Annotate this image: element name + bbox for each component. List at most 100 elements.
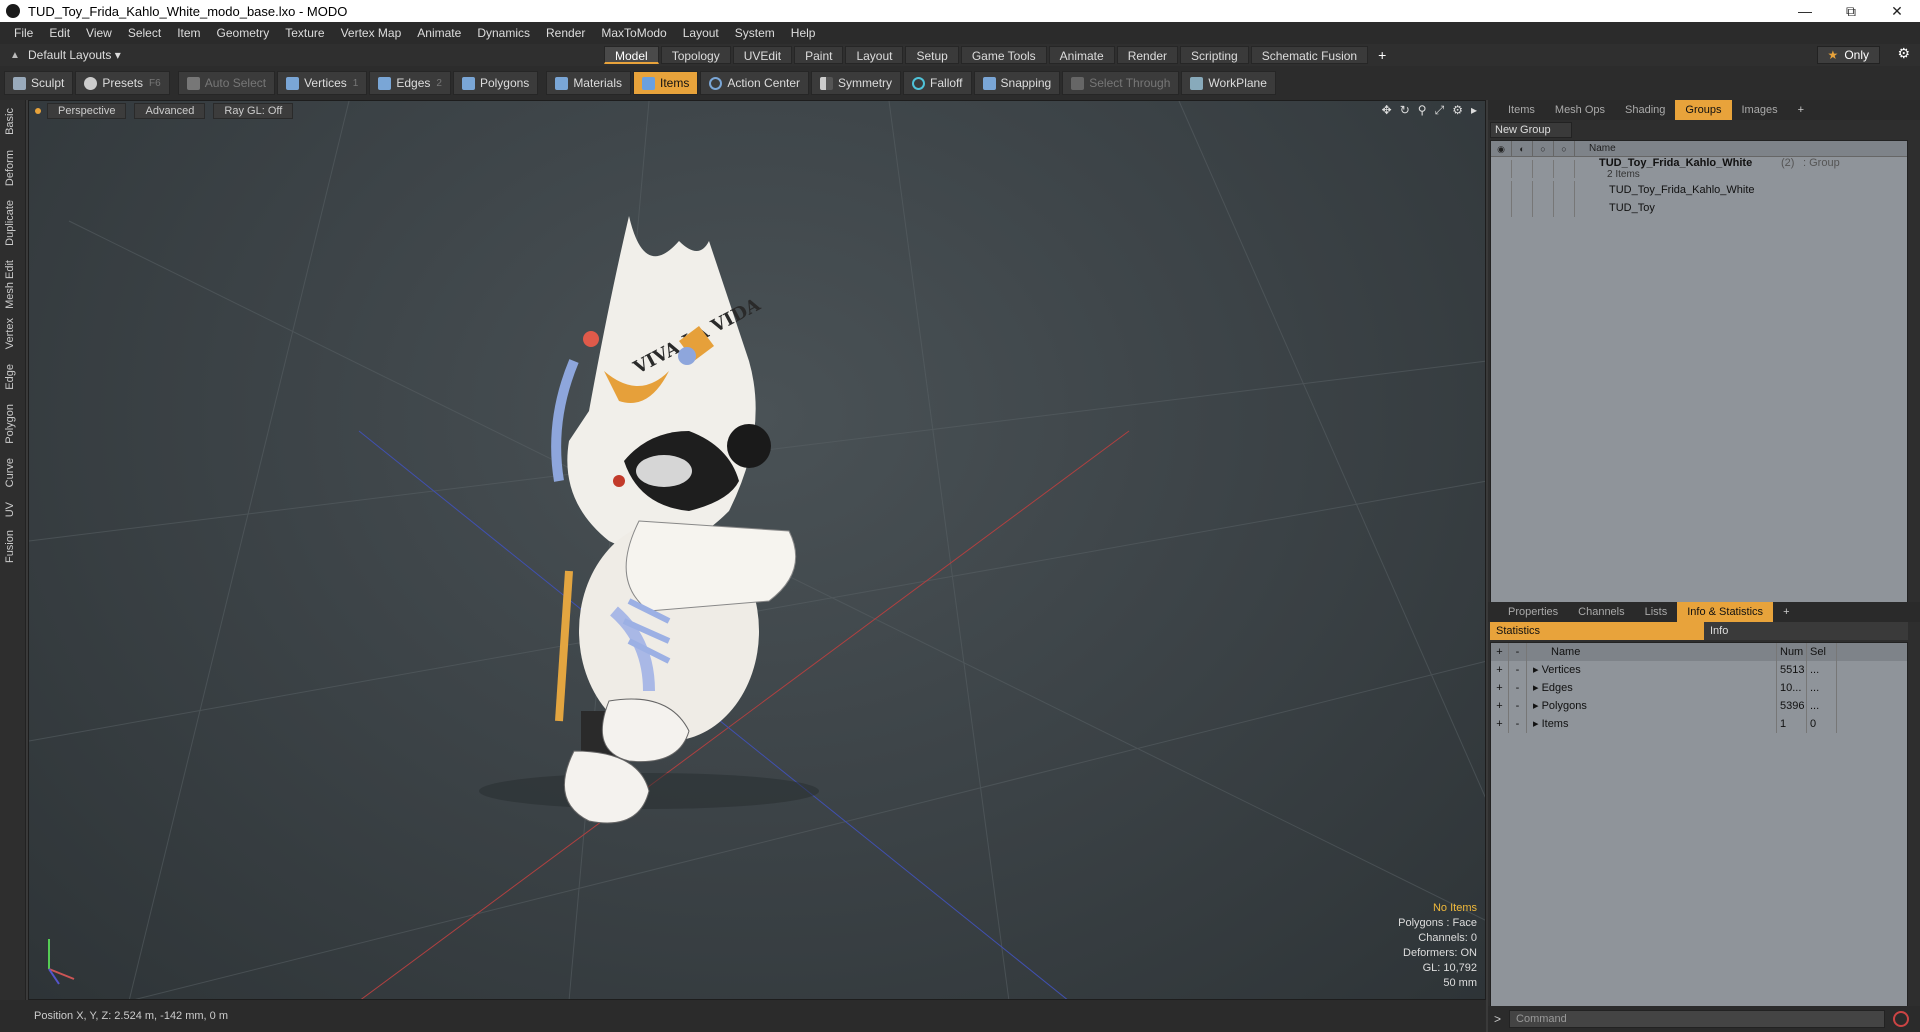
tab-topology[interactable]: Topology xyxy=(660,46,731,64)
table-row[interactable]: + - ▸ Polygons 5396 ... xyxy=(1491,697,1907,715)
row-remove-icon[interactable]: - xyxy=(1509,679,1527,697)
snapping-button[interactable]: Snapping xyxy=(973,71,1061,95)
items-button[interactable]: Items xyxy=(633,71,699,95)
table-row[interactable]: + - ▸ Vertices 5513 ... xyxy=(1491,661,1907,679)
vtab-vertex[interactable]: Vertex xyxy=(4,318,16,349)
menu-system[interactable]: System xyxy=(727,26,783,40)
tab-groups[interactable]: Groups xyxy=(1675,100,1732,120)
statistics-tab[interactable]: Statistics xyxy=(1490,622,1704,640)
tab-channels[interactable]: Channels xyxy=(1568,602,1634,622)
3d-viewport[interactable]: VIVA LA VIDA Perspective Advanced Ray GL… xyxy=(28,100,1486,1000)
symmetry-button[interactable]: Symmetry xyxy=(811,71,902,95)
sculpt-button[interactable]: Sculpt xyxy=(4,71,74,95)
presets-button[interactable]: Presets F6 xyxy=(75,71,170,95)
vtab-mesh-edit[interactable]: Mesh Edit xyxy=(4,260,16,309)
add-panel-tab-button[interactable]: + xyxy=(1788,100,1814,120)
vtab-edge[interactable]: Edge xyxy=(4,364,16,390)
collapse-all-icon[interactable]: - xyxy=(1509,643,1527,661)
default-layouts-dropdown[interactable]: ▲ Default Layouts ▾ xyxy=(0,48,131,62)
toy-character[interactable]: VIVA LA VIDA xyxy=(479,216,819,824)
tab-animate[interactable]: Animate xyxy=(1048,46,1115,64)
menu-geometry[interactable]: Geometry xyxy=(209,26,278,40)
menu-vertex-map[interactable]: Vertex Map xyxy=(333,26,410,40)
zoom-icon[interactable]: ⚲ xyxy=(1418,103,1427,118)
tab-mesh-ops[interactable]: Mesh Ops xyxy=(1545,100,1615,120)
group-row[interactable]: TUD_Toy_Frida_Kahlo_White (2) : Group 2 … xyxy=(1491,157,1907,181)
tab-shading[interactable]: Shading xyxy=(1615,100,1675,120)
tab-items[interactable]: Items xyxy=(1498,100,1545,120)
tab-schematic-fusion[interactable]: Schematic Fusion xyxy=(1250,46,1369,64)
tab-lists[interactable]: Lists xyxy=(1635,602,1678,622)
row-add-icon[interactable]: + xyxy=(1491,715,1509,733)
menu-animate[interactable]: Animate xyxy=(409,26,469,40)
menu-maxtomodo[interactable]: MaxToModo xyxy=(593,26,674,40)
tab-images[interactable]: Images xyxy=(1732,100,1788,120)
list-item[interactable]: TUD_Toy_Frida_Kahlo_White xyxy=(1491,181,1907,199)
menu-edit[interactable]: Edit xyxy=(41,26,78,40)
add-tab-button[interactable]: + xyxy=(1370,46,1394,64)
add-bottom-tab-button[interactable]: + xyxy=(1773,602,1799,622)
row-remove-icon[interactable]: - xyxy=(1509,661,1527,679)
tab-paint[interactable]: Paint xyxy=(794,46,844,64)
menu-layout[interactable]: Layout xyxy=(675,26,727,40)
gear-icon[interactable]: ⚙ xyxy=(1897,45,1910,62)
stop-icon[interactable] xyxy=(1893,1011,1910,1027)
only-button[interactable]: ★ Only xyxy=(1816,46,1880,64)
action-center-button[interactable]: Action Center xyxy=(700,71,810,95)
row-remove-icon[interactable]: - xyxy=(1509,715,1527,733)
maximize-button[interactable]: ⧉ xyxy=(1828,3,1874,20)
vtab-fusion[interactable]: Fusion xyxy=(4,530,16,563)
tab-properties[interactable]: Properties xyxy=(1498,602,1568,622)
tab-uvedit[interactable]: UVEdit xyxy=(732,46,793,64)
rotate-icon[interactable]: ↻ xyxy=(1400,103,1410,118)
vtab-curve[interactable]: Curve xyxy=(4,458,16,487)
row-add-icon[interactable]: + xyxy=(1491,661,1509,679)
new-group-button[interactable]: New Group xyxy=(1490,122,1572,138)
vtab-basic[interactable]: Basic xyxy=(4,108,16,135)
raygl-button[interactable]: Ray GL: Off xyxy=(213,103,294,119)
tab-scripting[interactable]: Scripting xyxy=(1180,46,1249,64)
group-select-toggle[interactable] xyxy=(1554,160,1575,178)
close-button[interactable]: ✕ xyxy=(1874,3,1920,20)
edges-button[interactable]: Edges 2 xyxy=(369,71,451,95)
settings-icon[interactable]: ⚙ xyxy=(1452,103,1463,118)
menu-render[interactable]: Render xyxy=(538,26,593,40)
falloff-button[interactable]: Falloff xyxy=(903,71,972,95)
polygons-button[interactable]: Polygons xyxy=(452,71,539,95)
expand-all-icon[interactable]: + xyxy=(1491,643,1509,661)
viewport-menu-dot[interactable] xyxy=(35,108,41,114)
command-input[interactable]: Command xyxy=(1509,1010,1886,1028)
tab-game-tools[interactable]: Game Tools xyxy=(960,46,1047,64)
workplane-button[interactable]: WorkPlane xyxy=(1181,71,1276,95)
group-lock-toggle[interactable] xyxy=(1533,160,1554,178)
info-tab[interactable]: Info xyxy=(1704,622,1908,640)
menu-texture[interactable]: Texture xyxy=(277,26,332,40)
tab-setup[interactable]: Setup xyxy=(905,46,959,64)
select-through-button[interactable]: Select Through xyxy=(1062,71,1180,95)
materials-button[interactable]: Materials xyxy=(546,71,631,95)
menu-view[interactable]: View xyxy=(78,26,120,40)
vtab-deform[interactable]: Deform xyxy=(4,150,16,186)
table-row[interactable]: + - ▸ Edges 10... ... xyxy=(1491,679,1907,697)
tab-layout[interactable]: Layout xyxy=(845,46,904,64)
pan-icon[interactable]: ✥ xyxy=(1382,103,1392,118)
list-item[interactable]: TUD_Toy xyxy=(1491,199,1907,217)
tab-info-statistics[interactable]: Info & Statistics xyxy=(1677,602,1774,622)
fit-icon[interactable]: ⤢ xyxy=(1435,103,1445,118)
tab-render[interactable]: Render xyxy=(1116,46,1179,64)
menu-item[interactable]: Item xyxy=(169,26,208,40)
vtab-duplicate[interactable]: Duplicate xyxy=(4,200,16,246)
table-row[interactable]: + - ▸ Items 1 0 xyxy=(1491,715,1907,733)
vertices-button[interactable]: Vertices 1 xyxy=(277,71,368,95)
vtab-polygon[interactable]: Polygon xyxy=(4,404,16,444)
group-render-toggle[interactable] xyxy=(1512,160,1533,178)
group-visibility-toggle[interactable] xyxy=(1491,160,1512,178)
expand-arrow-icon[interactable]: ▸ xyxy=(1471,103,1477,118)
view-advanced-button[interactable]: Advanced xyxy=(134,103,206,119)
minimize-button[interactable]: — xyxy=(1782,3,1828,19)
row-remove-icon[interactable]: - xyxy=(1509,697,1527,715)
tab-model[interactable]: Model xyxy=(604,46,659,64)
menu-help[interactable]: Help xyxy=(783,26,824,40)
vtab-uv[interactable]: UV xyxy=(4,502,16,517)
row-add-icon[interactable]: + xyxy=(1491,679,1509,697)
